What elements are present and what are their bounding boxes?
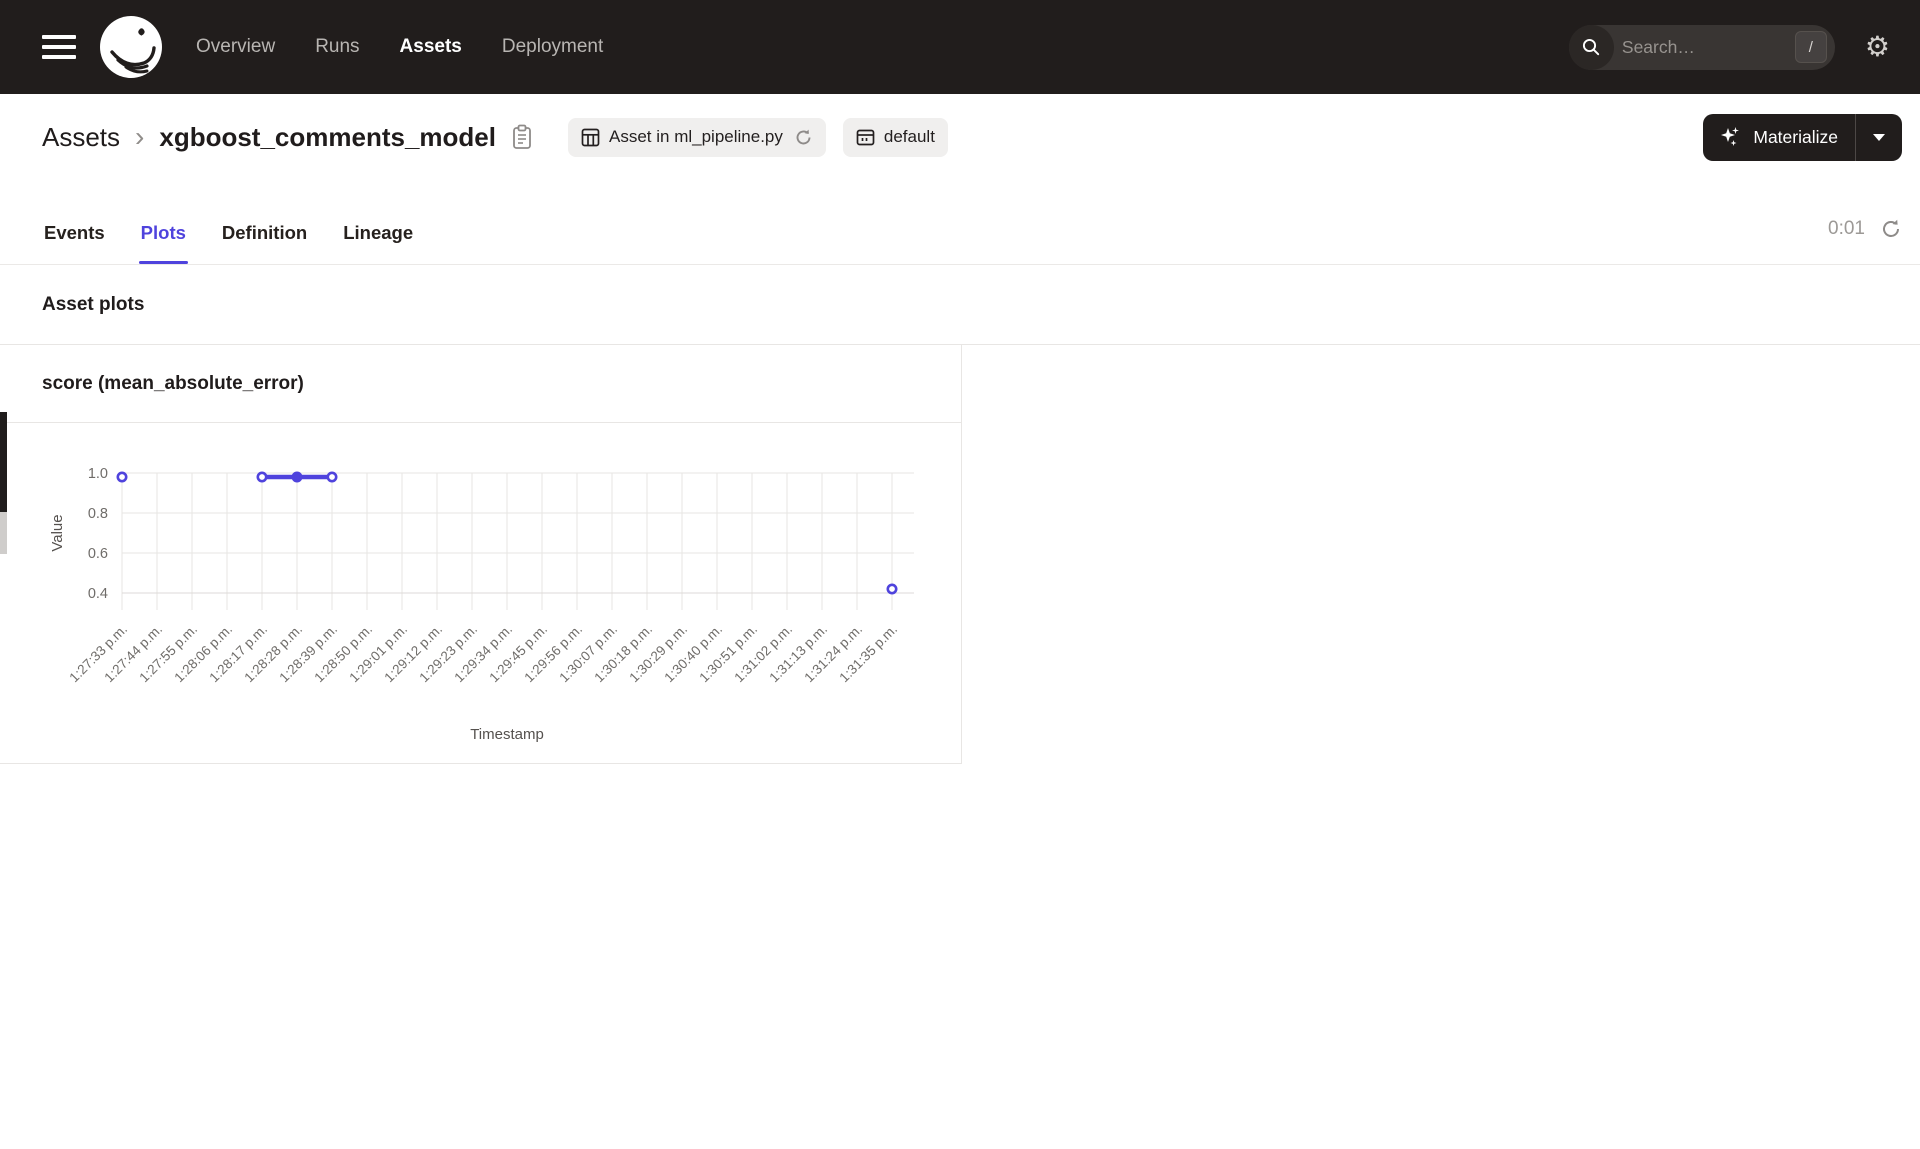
materialize-split-button: Materialize [1703,113,1902,161]
asset-definition-tag-label: Asset in ml_pipeline.py [609,127,783,146]
svg-text:0.8: 0.8 [88,506,108,522]
code-location-tag-label: default [883,127,935,146]
refresh-countdown: 0:01 [1828,218,1865,239]
dagster-logo[interactable] [100,16,162,78]
breadcrumb-separator-icon: › [135,121,145,152]
reload-definition-icon[interactable] [794,128,813,147]
svg-text:Value: Value [49,514,66,551]
refresh-icon[interactable] [1880,218,1902,240]
section-title: Asset plots [0,265,1920,345]
search-input[interactable] [1613,36,1795,58]
settings-gear-icon[interactable]: ⚙ [1865,33,1890,61]
menu-icon[interactable] [42,35,76,59]
asset-tabs: Events Plots Definition Lineage 0:01 [0,180,1920,265]
nav-item-assets[interactable]: Assets [400,36,462,58]
tab-definition[interactable]: Definition [220,222,309,264]
tab-lineage[interactable]: Lineage [341,222,415,264]
screen-edge-artifact-gray [0,512,7,554]
tab-plots[interactable]: Plots [138,222,189,264]
nav-item-runs[interactable]: Runs [315,36,359,58]
asset-plot-chart: 1.0 0.8 0.6 0.4 1:27:33 p.m. 1:27:44 p.m. 1:27… [0,423,961,763]
asset-header: Assets › xgboost_comments_model Asset in… [0,94,1920,180]
slash-shortcut-badge: / [1794,31,1827,63]
octopus-logo-icon [100,16,162,78]
primary-nav: Overview Runs Assets Deployment [196,36,603,58]
search-icon [1568,24,1614,70]
nav-item-overview[interactable]: Overview [196,36,275,58]
tab-events[interactable]: Events [42,222,107,264]
code-location-tag[interactable]: default [842,117,948,157]
materialize-dropdown-button[interactable] [1856,114,1902,161]
svg-text:1.0: 1.0 [88,466,108,482]
asset-plot-card: score (mean_absolute_error) 1.0 0.8 0.6 0.4… [0,345,962,764]
copy-asset-name-button[interactable] [511,124,533,150]
code-location-icon [856,129,875,145]
screen-edge-artifact-dark [0,412,7,512]
asset-table-icon [581,128,600,146]
breadcrumb-assets-link[interactable]: Assets [42,122,120,153]
svg-text:0.4: 0.4 [88,586,108,602]
asset-tags: Asset in ml_pipeline.py default [568,117,948,157]
svg-text:0.6: 0.6 [88,546,108,562]
sparkles-icon [1721,127,1740,146]
materialize-button[interactable]: Materialize [1703,114,1855,161]
clipboard-icon [513,124,531,149]
nav-item-deployment[interactable]: Deployment [502,36,603,58]
plot-title: score (mean_absolute_error) [0,345,961,423]
asset-definition-tag[interactable]: Asset in ml_pipeline.py [568,117,826,157]
caret-down-icon [1873,133,1885,141]
asset-name: xgboost_comments_model [159,121,496,152]
materialize-button-label: Materialize [1753,126,1838,147]
top-nav: Overview Runs Assets Deployment / ⚙ [0,0,1920,94]
global-search[interactable]: / [1568,24,1835,70]
svg-text:Timestamp: Timestamp [470,726,544,743]
